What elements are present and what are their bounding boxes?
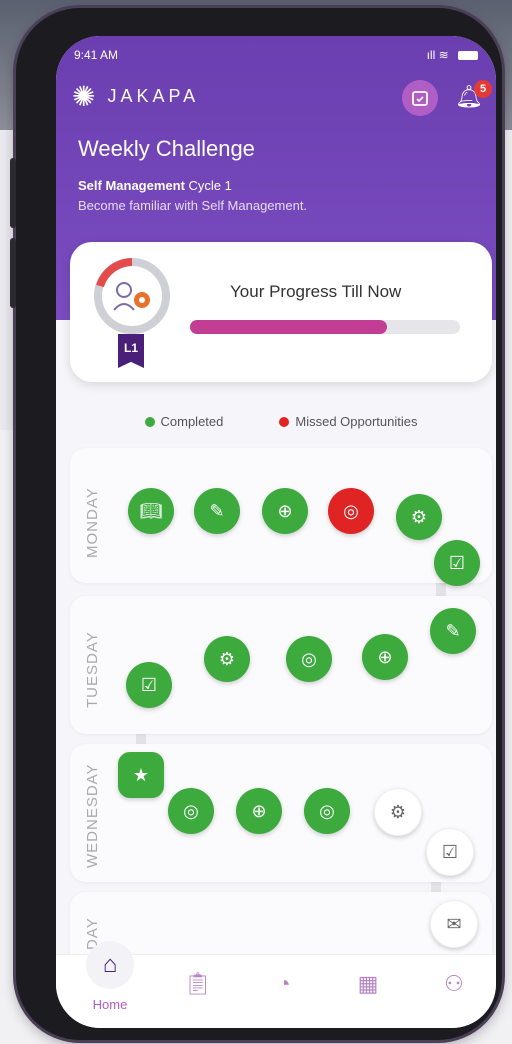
cycle-topic: Self Management [78,178,185,193]
activity-target-node[interactable]: ◎ [304,788,350,834]
nav-home-label: Home [92,997,128,1012]
day-label: WEDNESDAY [84,763,101,868]
gear-heart-icon: ⚙ [389,801,407,822]
task-icon: ☑ [140,674,158,695]
activity-gear-heart-node[interactable]: ⚙ [396,494,442,540]
jakapa-logo-icon: ✺ [72,80,96,112]
activity-star-card-node[interactable]: ★ [118,752,164,798]
home-icon: ⌂ [102,951,118,978]
activity-gear-heart-node-locked[interactable]: ⚙ [374,788,422,836]
status-time: 9:41 AM [74,48,119,62]
volume-down-button [10,238,16,308]
volume-up-button [10,158,16,228]
chat-icon: ✉ [446,913,462,934]
nav-stats-button[interactable]: ◔ [264,971,304,1011]
activity-task-node[interactable]: ☑ [434,540,480,586]
nav-tasks-button[interactable]: 📋︎ [178,971,218,1011]
toggle-plus-icon: ⊕ [277,500,293,521]
signal-icon: ıll [426,48,436,62]
activity-missed-target-node[interactable]: ◎ [328,488,374,534]
target-icon: ◎ [343,500,359,521]
calendar-button[interactable] [402,80,438,116]
progress-card[interactable]: L1 Your Progress Till Now [70,242,492,382]
activity-chat-node-locked[interactable]: ✉ [430,900,478,948]
book-icon: 📖︎ [139,500,163,521]
activity-task-node[interactable]: ☑ [126,662,172,708]
wifi-icon: ≋ [438,48,449,62]
legend: Completed Missed Opportunities [70,406,492,436]
cycle-label: Self Management Cycle 1 [78,178,232,193]
day-label: TUESDAY [84,631,101,708]
activity-switch-node[interactable]: ⊕ [236,788,282,834]
activity-target-node[interactable]: ◎ [286,636,332,682]
cycle-number: Cycle 1 [184,178,232,193]
nav-profile-button[interactable]: ⚇ [434,971,474,1011]
cycle-description: Become familiar with Self Management. [78,198,308,213]
target-icon: ◎ [183,800,199,821]
status-icons: ıll ≋ [427,48,478,62]
status-bar: 9:41 AM ıll ≋ [74,48,478,66]
target-icon: ◎ [319,800,335,821]
phone-frame: 9:41 AM ıll ≋ ✺ JAKAPA 🔔︎ 5 Weekly Chall… [10,8,502,1040]
star-card-icon: ★ [132,764,150,785]
activity-switch-node[interactable]: ⊕ [262,488,308,534]
day-label: MONDAY [84,487,101,558]
progress-bar [190,320,460,334]
app-name: JAKAPA [107,85,200,106]
activity-checklist-node[interactable]: ✎ [194,488,240,534]
toggle-plus-icon: ⊕ [377,646,393,667]
activity-checklist-node[interactable]: ✎ [430,608,476,654]
day-card-tuesday: TUESDAY [70,596,492,734]
pie-chart-icon: ◔ [277,971,291,996]
checklist-icon: ✎ [209,500,225,521]
battery-icon [458,51,478,61]
legend-missed-label: Missed Opportunities [295,413,418,429]
activity-task-node-locked[interactable]: ☑ [426,828,474,876]
app-screen: 9:41 AM ıll ≋ ✺ JAKAPA 🔔︎ 5 Weekly Chall… [56,36,496,1028]
target-icon: ◎ [301,648,317,669]
task-icon: ☑ [441,841,459,862]
calendar-icon [412,91,428,106]
checklist-icon: ✎ [445,620,461,641]
user-icon: ⚇ [444,971,464,996]
notification-badge: 5 [474,80,492,98]
gear-heart-icon: ⚙ [218,648,236,669]
activity-gear-heart-node[interactable]: ⚙ [204,636,250,682]
progress-label: Your Progress Till Now [230,282,402,301]
toggle-plus-icon: ⊕ [251,800,267,821]
bottom-navigation: ⌂ Home 📋︎ ◔ ▦ ⚇ [56,941,496,1028]
clipboard-icon: 📋︎ [184,971,212,996]
gear-heart-icon: ⚙ [410,506,428,527]
activity-book-node[interactable]: 📖︎ [128,488,174,534]
progress-bar-fill [190,320,388,334]
completed-dot-icon [144,417,155,428]
level-ring-icon [94,258,170,334]
activity-target-node[interactable]: ◎ [168,788,214,834]
legend-completed: Completed [144,413,224,429]
app-logo: ✺ JAKAPA [72,80,199,112]
page-title: Weekly Challenge [78,136,255,161]
legend-completed-label: Completed [160,413,224,429]
task-icon: ☑ [448,552,466,573]
nav-calendar-button[interactable]: ▦ [348,971,388,1011]
legend-missed: Missed Opportunities [279,413,418,429]
missed-dot-icon [279,417,290,428]
activity-switch-node[interactable]: ⊕ [362,634,408,680]
level-badge: L1 [118,334,144,368]
nav-home-button[interactable]: ⌂ [86,941,134,989]
calendar-icon: ▦ [357,971,379,996]
